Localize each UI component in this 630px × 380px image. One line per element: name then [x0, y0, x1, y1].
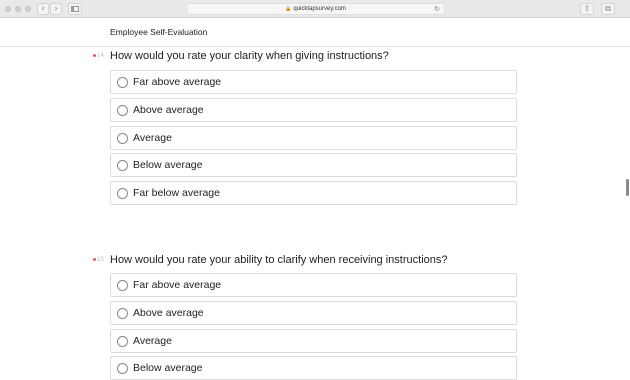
browser-toolbar: ‹ › 🔒 quicktapsurvey.com ↻ ⇧ ⧉ [0, 0, 630, 18]
radio-button[interactable] [117, 308, 128, 319]
question-text: How would you rate your clarity when giv… [110, 50, 389, 62]
option-label: Above average [133, 104, 204, 116]
radio-button[interactable] [117, 188, 128, 199]
option-label: Above average [133, 307, 204, 319]
radio-button[interactable] [117, 363, 128, 374]
option-below-average[interactable]: Below average [110, 356, 517, 380]
tab-overview-button[interactable]: ⧉ [601, 3, 615, 15]
option-label: Below average [133, 159, 203, 171]
option-label: Far above average [133, 279, 222, 291]
sidebar-icon [71, 6, 79, 12]
required-marker-icon [93, 257, 96, 261]
question-number: 15 [93, 257, 104, 263]
radio-button[interactable] [117, 336, 128, 347]
option-label: Far below average [133, 187, 220, 199]
option-label: Below average [133, 362, 203, 374]
option-average[interactable]: Average [110, 329, 517, 353]
url-text: quicktapsurvey.com [293, 6, 346, 12]
option-label: Far above average [133, 76, 222, 88]
question-text: How would you rate your ability to clari… [110, 254, 448, 266]
option-below-average[interactable]: Below average [110, 153, 517, 177]
option-label: Average [133, 132, 172, 144]
option-far-above-average[interactable]: Far above average [110, 273, 517, 297]
share-button[interactable]: ⇧ [580, 3, 594, 15]
forward-button[interactable]: › [50, 3, 62, 15]
scrollbar-thumb[interactable] [626, 179, 629, 196]
address-bar[interactable]: 🔒 quicktapsurvey.com ↻ [186, 3, 445, 15]
option-average[interactable]: Average [110, 126, 517, 150]
option-label: Average [133, 335, 172, 347]
option-above-average[interactable]: Above average [110, 301, 517, 325]
option-far-below-average[interactable]: Far below average [110, 181, 517, 205]
minimize-window-button[interactable] [15, 6, 21, 12]
reload-icon[interactable]: ↻ [434, 4, 440, 15]
page-title: Employee Self-Evaluation [110, 27, 208, 37]
radio-button[interactable] [117, 160, 128, 171]
back-button[interactable]: ‹ [37, 3, 49, 15]
radio-button[interactable] [117, 280, 128, 291]
lock-icon: 🔒 [285, 6, 292, 12]
radio-button[interactable] [117, 105, 128, 116]
option-above-average[interactable]: Above average [110, 98, 517, 122]
question-number: 14 [93, 53, 104, 59]
required-marker-icon [93, 53, 96, 57]
maximize-window-button[interactable] [25, 6, 31, 12]
option-far-above-average[interactable]: Far above average [110, 70, 517, 94]
survey-header: Employee Self-Evaluation [0, 19, 630, 47]
radio-button[interactable] [117, 77, 128, 88]
close-window-button[interactable] [5, 6, 11, 12]
sidebar-toggle-button[interactable] [68, 3, 82, 15]
radio-button[interactable] [117, 133, 128, 144]
